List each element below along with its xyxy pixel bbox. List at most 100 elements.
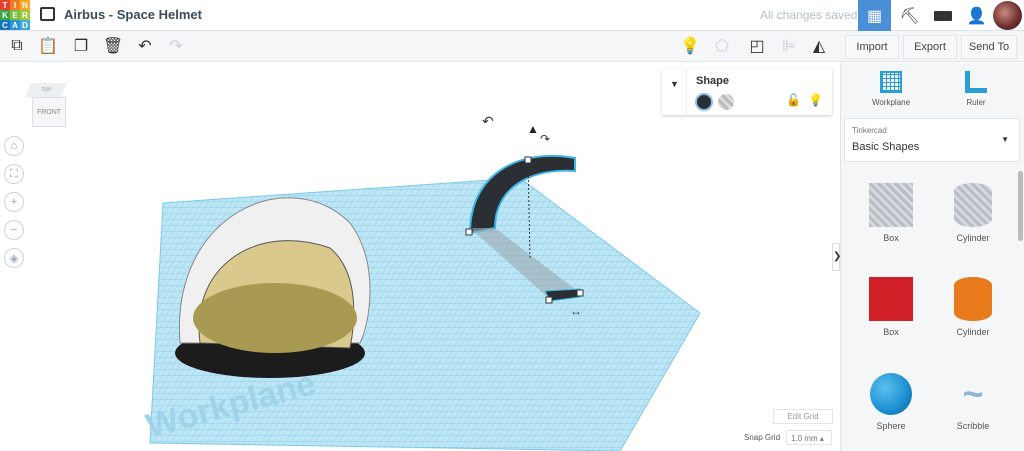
shape-label: Box (883, 233, 899, 243)
view-cube[interactable]: TOP FRONT (18, 81, 68, 131)
shape-inspector: ▼ Shape 🔓 💡 (662, 69, 832, 115)
sphere-icon (870, 373, 912, 415)
shape-scribble[interactable]: ~ Scribble (933, 373, 1013, 431)
home-icon: ⌂ (10, 140, 18, 152)
send-to-button[interactable]: Send To (961, 35, 1017, 59)
tinkercad-logo[interactable]: T I N K E R C A D (0, 0, 30, 30)
shape-label: Sphere (876, 421, 906, 431)
minecraft-button[interactable]: ⛏ (893, 0, 926, 31)
logo-letter: T (0, 0, 10, 10)
export-button[interactable]: Export (903, 35, 957, 59)
view-cube-top[interactable]: TOP (25, 83, 67, 97)
logo-letter: R (20, 10, 30, 20)
visibility-icon[interactable]: 💡 (808, 93, 823, 107)
cylinder-icon (954, 183, 992, 227)
edit-grid-button[interactable]: Edit Grid (773, 409, 833, 424)
avatar[interactable] (993, 1, 1022, 30)
redo-icon: ↷ (169, 38, 183, 55)
3d-view-button[interactable]: ▦ (858, 0, 891, 31)
3d-viewport[interactable]: Workplane ↶ ▲ ↷ ↔ TOP FRONT ⌂ ⛶ + − ◈ ❯ (0, 63, 841, 451)
shape-box-gray[interactable]: Box (851, 183, 931, 243)
library-value: Basic Shapes (852, 141, 920, 153)
grid-icon: ▦ (866, 7, 883, 25)
mirror-button[interactable]: ◭ (807, 35, 831, 57)
svg-text:↔: ↔ (570, 304, 582, 318)
zoom-out-button[interactable]: − (4, 220, 24, 240)
align-button[interactable]: ⊫ (777, 35, 801, 57)
logo-letter: I (10, 0, 20, 10)
paste-icon: 📋 (38, 38, 58, 55)
ruler-icon (965, 71, 987, 93)
pickaxe-icon: ⛏ (899, 7, 920, 25)
redo-button[interactable]: ↷ (164, 35, 188, 57)
shape-sphere[interactable]: Sphere (851, 373, 931, 431)
paste-button[interactable]: 📋 (36, 35, 60, 57)
ungroup-button[interactable]: ◰ (745, 35, 769, 57)
shape-label: Scribble (956, 421, 990, 431)
box-icon (869, 277, 913, 321)
copy-button[interactable]: ⧉ (5, 35, 29, 57)
design-title[interactable]: Airbus - Space Helmet (64, 7, 202, 22)
logo-letter: E (10, 10, 20, 20)
ruler-label: Ruler (966, 98, 986, 107)
shape-cylinder[interactable]: Cylinder (933, 277, 1013, 337)
mirror-icon: ◭ (812, 38, 826, 55)
shape-label: Cylinder (956, 327, 990, 337)
scribble-icon: ~ (962, 373, 984, 414)
duplicate-button[interactable]: ❐ (69, 35, 93, 57)
library-label: Tinkercad (852, 126, 887, 135)
fit-view-button[interactable]: ⛶ (4, 164, 24, 184)
solid-color-swatch[interactable] (695, 93, 713, 111)
ungroup-icon: ◰ (749, 38, 765, 55)
design-list-icon[interactable] (40, 7, 55, 21)
ruler-tool[interactable]: Ruler (951, 71, 1001, 107)
view-cube-front[interactable]: FRONT (32, 97, 66, 127)
add-user-icon: 👤 (966, 7, 987, 25)
home-view-button[interactable]: ⌂ (4, 136, 24, 156)
logo-letter: D (20, 20, 30, 30)
trash-icon: 🗑 (102, 38, 124, 55)
fit-icon: ⛶ (10, 167, 18, 180)
perspective-icon: ◈ (9, 252, 19, 265)
hole-swatch[interactable] (718, 94, 734, 110)
logo-letter: A (10, 20, 20, 30)
undo-icon: ↶ (138, 38, 152, 55)
brick-icon (933, 10, 952, 21)
lock-icon[interactable]: 🔓 (786, 93, 801, 107)
bricks-button[interactable] (926, 0, 959, 31)
minus-icon: − (10, 224, 18, 236)
shape-library-select[interactable]: Tinkercad Basic Shapes ▼ (844, 118, 1020, 162)
show-all-button[interactable]: 💡 (678, 35, 702, 57)
shape-cylinder-gray[interactable]: Cylinder (933, 183, 1013, 243)
collapse-icon[interactable]: ▼ (670, 79, 679, 89)
shape-label: Box (883, 327, 899, 337)
logo-letter: N (20, 0, 30, 10)
plus-icon: + (10, 196, 18, 208)
group-icon: ⬠ (715, 38, 729, 55)
snap-grid-label: Snap Grid (744, 433, 781, 442)
copy-icon: ⧉ (11, 37, 23, 54)
zoom-in-button[interactable]: + (4, 192, 24, 212)
delete-button[interactable]: 🗑 (101, 35, 125, 57)
undo-button[interactable]: ↶ (133, 35, 157, 57)
workplane-icon (880, 71, 902, 93)
import-button[interactable]: Import (845, 35, 899, 59)
duplicate-icon: ❐ (73, 38, 89, 55)
inspector-title: Shape (696, 75, 730, 87)
panel-toggle[interactable]: ❯ (832, 243, 841, 271)
logo-letter: C (0, 20, 10, 30)
top-bar: T I N K E R C A D Airbus - Space Helmet … (0, 0, 1024, 31)
logo-letter: K (0, 10, 10, 20)
svg-text:↶: ↶ (482, 113, 494, 129)
invite-user-button[interactable]: 👤 (960, 0, 993, 31)
perspective-button[interactable]: ◈ (4, 248, 24, 268)
snap-grid-select[interactable]: 1.0 mm ▴ (786, 430, 832, 445)
cylinder-icon (954, 277, 992, 321)
shapes-panel: Workplane Ruler Tinkercad Basic Shapes ▼… (840, 63, 1024, 451)
group-button[interactable]: ⬠ (710, 35, 734, 57)
shape-box[interactable]: Box (851, 277, 931, 337)
scrollbar[interactable] (1018, 171, 1023, 241)
workplane-tool[interactable]: Workplane (866, 71, 916, 107)
workplane-label: Workplane (871, 98, 911, 107)
box-icon (869, 183, 913, 227)
